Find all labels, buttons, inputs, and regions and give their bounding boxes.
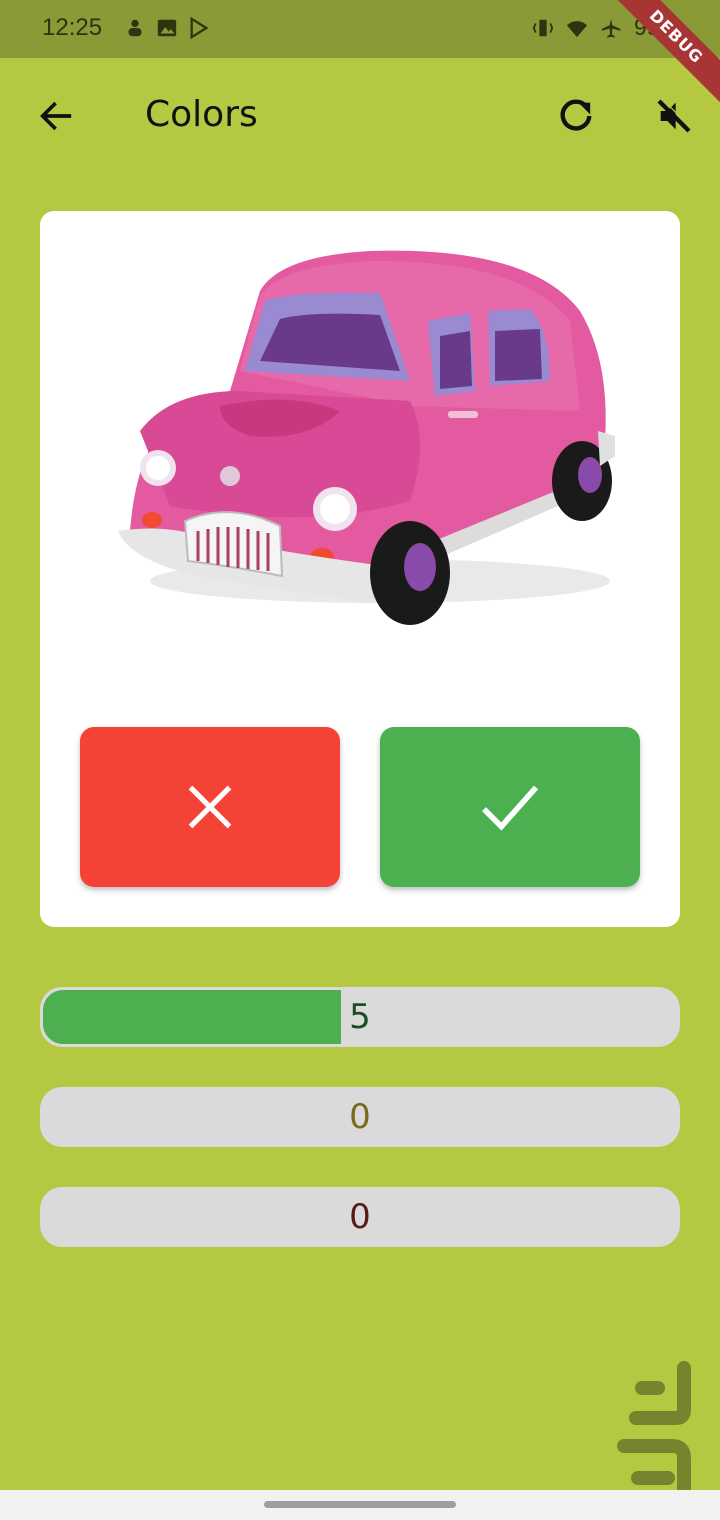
- airplane-icon: [601, 18, 621, 38]
- status-time: 12:25: [42, 14, 103, 41]
- image-icon: [157, 19, 177, 37]
- home-gesture-handle[interactable]: [264, 1501, 456, 1508]
- wrong-count-label: 0: [349, 1197, 371, 1237]
- status-bar: 12:25 99% DEBUG: [0, 0, 720, 112]
- correct-button[interactable]: [380, 727, 640, 887]
- status-left-icons: [124, 17, 210, 39]
- volume-off-icon[interactable]: [654, 96, 694, 136]
- skipped-count-label: 0: [349, 1097, 371, 1137]
- play-store-icon: [190, 17, 209, 39]
- vibrate-icon: [532, 19, 554, 36]
- correct-count-bar: 5: [40, 987, 680, 1047]
- refresh-icon[interactable]: [556, 96, 596, 136]
- skipped-count-bar: 0: [40, 1087, 680, 1147]
- notification-icon: [128, 19, 142, 37]
- page-title: Colors: [145, 94, 258, 135]
- wrong-count-bar: 0: [40, 1187, 680, 1247]
- wifi-icon: [566, 20, 588, 37]
- wrong-button[interactable]: [80, 727, 340, 887]
- navigation-bar: [0, 1490, 720, 1520]
- brand-logo: [617, 1361, 691, 1509]
- arrow-back-icon[interactable]: [36, 96, 76, 136]
- correct-count-label: 5: [349, 997, 371, 1037]
- close-icon: [188, 785, 232, 829]
- car-image: [118, 250, 615, 625]
- app-bar: Colors: [0, 58, 720, 174]
- question-card: [40, 211, 680, 927]
- check-icon: [482, 785, 539, 831]
